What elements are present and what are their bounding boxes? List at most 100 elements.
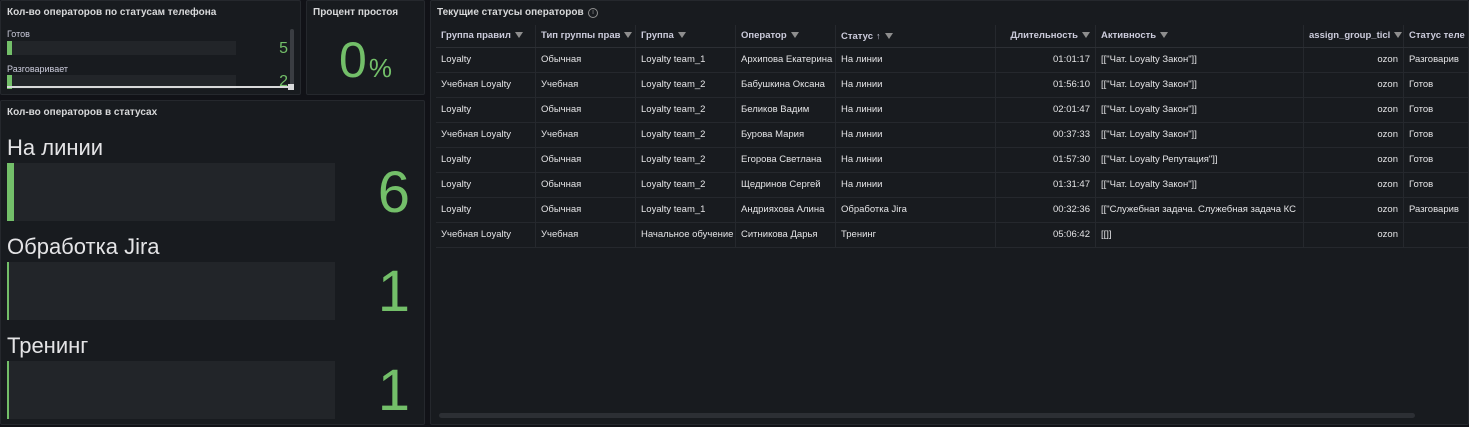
table-cell: ozon [1304, 173, 1404, 197]
filter-icon[interactable] [1082, 32, 1090, 39]
table-cell: Учебная Loyalty [436, 73, 536, 97]
status-value: 1 [377, 259, 410, 324]
table-row[interactable]: Учебная Loyalty Учебная Начальное обучение… [436, 223, 1468, 248]
table-cell: 02:01:47 [996, 98, 1096, 122]
table-cell: Бурова Мария [736, 123, 836, 147]
table-cell: Андрияхова Алина [736, 198, 836, 222]
filter-icon[interactable] [1160, 32, 1169, 39]
table-cell: Обычная [536, 173, 636, 197]
table-cell: Loyalty team_2 [636, 73, 736, 97]
column-header[interactable]: Оператор [736, 25, 836, 47]
status-value: 1 [377, 358, 410, 423]
table-cell: Loyalty [436, 148, 536, 172]
table-cell: Loyalty [436, 98, 536, 122]
status-label: На линии [7, 135, 104, 160]
panel-title: Кол-во операторов по статусам телефона [7, 7, 217, 18]
table-cell: Обычная [536, 48, 636, 72]
table-row[interactable]: Loyalty Обычная Loyalty team_2 Щедринов Сер… [436, 173, 1468, 198]
table-cell: Егорова Светлана [736, 148, 836, 172]
filter-icon[interactable] [624, 32, 633, 39]
table-cell: Обычная [536, 148, 636, 172]
column-header-label: Тип группы прав [541, 30, 621, 41]
phone-status-panel: Кол-во операторов по статусам телефона Г… [0, 0, 301, 95]
gauge-label: Готов [7, 29, 30, 39]
operators-table: Группа правил Тип группы прав Группа Опе… [436, 25, 1468, 248]
table-cell: Разговарив [1404, 198, 1468, 222]
table-cell: Тренинг [836, 223, 996, 247]
operators-in-status-panel: Кол-во операторов в статусах На линии 6 … [0, 100, 425, 425]
table-cell: Обычная [536, 98, 636, 122]
table-cell: Бабушкина Оксана [736, 73, 836, 97]
column-header[interactable]: Группа [636, 25, 736, 47]
resize-handle[interactable] [288, 84, 294, 90]
table-cell: 01:57:30 [996, 148, 1096, 172]
table-cell [1404, 223, 1468, 247]
column-header-label: Группа [641, 30, 674, 41]
status-bar-online [7, 163, 335, 221]
column-header-label: Активность [1101, 30, 1157, 41]
column-header[interactable]: Тип группы прав [536, 25, 636, 47]
table-cell: На линии [836, 173, 996, 197]
table-cell: Обработка Jira [836, 198, 996, 222]
column-header[interactable]: Длительность [996, 25, 1096, 47]
column-header[interactable]: assign_group_ticl [1304, 25, 1404, 47]
table-cell: На линии [836, 148, 996, 172]
table-cell: Loyalty team_2 [636, 173, 736, 197]
table-cell: ozon [1304, 48, 1404, 72]
table-row[interactable]: Loyalty Обычная Loyalty team_2 Егорова Свет… [436, 148, 1468, 173]
filter-icon[interactable] [790, 32, 799, 39]
column-header-label: Длительность [1010, 30, 1078, 41]
panel-title: Кол-во операторов в статусах [7, 107, 158, 118]
gauge-value: 5 [279, 40, 288, 57]
column-header[interactable]: Группа правил [436, 25, 536, 47]
column-header[interactable]: Активность [1096, 25, 1304, 47]
horizontal-scrollbar[interactable] [439, 413, 1415, 418]
filter-icon[interactable] [514, 32, 523, 39]
table-cell: Щедринов Сергей [736, 173, 836, 197]
table-cell: Готов [1404, 98, 1468, 122]
filter-icon[interactable] [1394, 32, 1403, 39]
status-bar-jira [7, 262, 335, 320]
status-value: 6 [377, 160, 410, 225]
table-cell: [["Чат. Loyalty Репутация"]] [1096, 148, 1304, 172]
info-icon[interactable]: i [588, 8, 598, 18]
column-header[interactable]: Статус ↑ [836, 25, 996, 47]
table-cell: 05:06:42 [996, 223, 1096, 247]
filter-icon[interactable] [884, 33, 893, 40]
table-cell: Учебная [536, 223, 636, 247]
operator-status-table-panel: Текущие статусы операторов i Группа прав… [430, 0, 1469, 425]
table-cell: [["Чат. Loyalty Закон"]] [1096, 173, 1304, 197]
table-row[interactable]: Loyalty Обычная Loyalty team_2 Беликов Вади… [436, 98, 1468, 123]
table-cell: ozon [1304, 98, 1404, 122]
column-header-label: Группа правил [441, 30, 511, 41]
table-cell: [[]] [1096, 223, 1304, 247]
table-row[interactable]: Loyalty Обычная Loyalty team_1 Архипова Ека… [436, 48, 1468, 73]
table-cell: 01:56:10 [996, 73, 1096, 97]
column-header-label: Статус [841, 31, 874, 42]
table-row[interactable]: Loyalty Обычная Loyalty team_1 Андрияхова А… [436, 198, 1468, 223]
table-cell: Loyalty team_2 [636, 123, 736, 147]
table-row[interactable]: Учебная Loyalty Учебная Loyalty team_2 Бабу… [436, 73, 1468, 98]
table-cell: 01:31:47 [996, 173, 1096, 197]
status-bar-fill [7, 361, 9, 419]
panel-title: Текущие статусы операторов [437, 7, 584, 18]
table-cell: Loyalty team_2 [636, 148, 736, 172]
table-cell: Готов [1404, 123, 1468, 147]
filter-icon[interactable] [677, 32, 686, 39]
table-row[interactable]: Учебная Loyalty Учебная Loyalty team_2 Буро… [436, 123, 1468, 148]
table-cell: Разговарив [1404, 48, 1468, 72]
vertical-scrollbar[interactable] [290, 29, 294, 89]
gauge-fill [7, 41, 12, 55]
status-label: Обработка Jira [7, 234, 160, 259]
table-cell: [["Чат. Loyalty Закон"]] [1096, 123, 1304, 147]
table-cell: Учебная Loyalty [436, 223, 536, 247]
status-bar-fill [7, 262, 9, 320]
panel-title: Процент простоя [313, 7, 399, 18]
table-cell: Готов [1404, 173, 1468, 197]
table-cell: Loyalty team_1 [636, 198, 736, 222]
table-cell: Беликов Вадим [736, 98, 836, 122]
table-cell: Начальное обучение [636, 223, 736, 247]
column-header[interactable]: Статус теле [1404, 25, 1468, 47]
table-cell: 01:01:17 [996, 48, 1096, 72]
table-cell: На линии [836, 123, 996, 147]
